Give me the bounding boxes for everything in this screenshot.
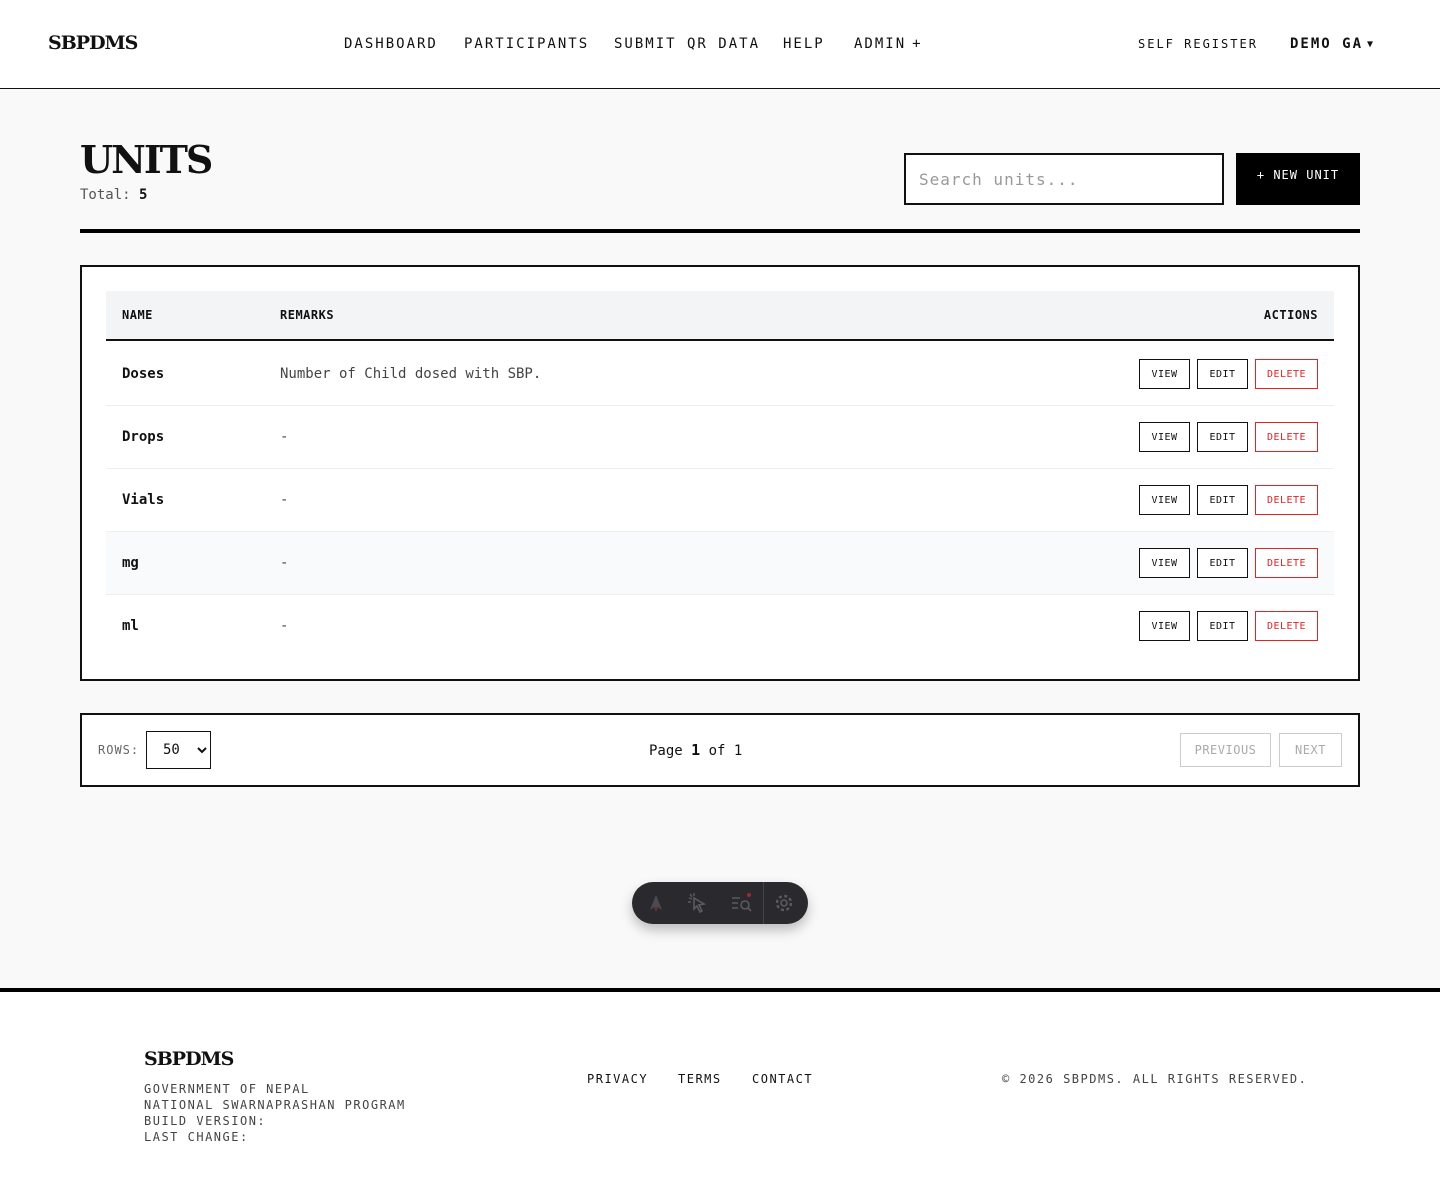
footer-line-last-change: LAST CHANGE:	[144, 1130, 249, 1144]
page-word: Page	[649, 743, 683, 759]
pagination-bar: ROWS: 50 Page 1 of 1 PREVIOUS NEXT	[80, 713, 1360, 787]
astro-icon[interactable]	[644, 891, 668, 915]
total-value: 5	[139, 187, 148, 203]
rows-per-page-select[interactable]: 50	[146, 731, 211, 769]
footer-line-build-version: BUILD VERSION:	[144, 1114, 267, 1128]
view-button[interactable]: VIEW	[1139, 485, 1190, 515]
unit-remarks: -	[280, 492, 289, 508]
page-indicator: Page 1 of 1	[649, 741, 742, 759]
footer-line-government: GOVERNMENT OF NEPAL	[144, 1082, 310, 1096]
unit-name: ml	[122, 618, 139, 634]
delete-button[interactable]: DELETE	[1255, 548, 1318, 578]
of-word: of	[708, 743, 726, 759]
table-row: Doses Number of Child dosed with SBP. VI…	[106, 343, 1334, 406]
heading-divider	[80, 229, 1360, 233]
nav-help[interactable]: HELP	[783, 36, 825, 52]
table-row: mg - VIEW EDIT DELETE	[106, 532, 1334, 595]
nav-submit-qr-data[interactable]: SUBMIT QR DATA	[614, 36, 760, 52]
self-register-link[interactable]: SELF REGISTER	[1138, 37, 1258, 51]
view-button[interactable]: VIEW	[1139, 359, 1190, 389]
top-navbar: SBPDMS DASHBOARD PARTICIPANTS SUBMIT QR …	[0, 0, 1440, 89]
user-name: DEMO GA	[1290, 36, 1364, 52]
delete-button[interactable]: DELETE	[1255, 359, 1318, 389]
total-label: Total:	[80, 187, 131, 203]
unit-remarks: -	[280, 429, 289, 445]
column-header-actions: ACTIONS	[1263, 308, 1318, 322]
edit-button[interactable]: EDIT	[1197, 611, 1248, 641]
dev-toolbar	[632, 882, 808, 924]
edit-button[interactable]: EDIT	[1197, 548, 1248, 578]
footer-link-terms[interactable]: TERMS	[678, 1072, 722, 1086]
edit-button[interactable]: EDIT	[1197, 359, 1248, 389]
unit-remarks: Number of Child dosed with SBP.	[280, 366, 542, 382]
unit-name: Doses	[122, 366, 165, 382]
total-pages: 1	[733, 743, 743, 759]
view-button[interactable]: VIEW	[1139, 548, 1190, 578]
nav-admin-label: ADMIN	[854, 36, 907, 52]
delete-button[interactable]: DELETE	[1255, 485, 1318, 515]
edit-button[interactable]: EDIT	[1197, 422, 1248, 452]
nav-dashboard[interactable]: DASHBOARD	[344, 36, 438, 52]
unit-name: Drops	[122, 429, 165, 445]
unit-name: mg	[122, 555, 139, 571]
unit-remarks: -	[280, 555, 289, 571]
view-button[interactable]: VIEW	[1139, 422, 1190, 452]
view-button[interactable]: VIEW	[1139, 611, 1190, 641]
footer-link-privacy[interactable]: PRIVACY	[587, 1072, 648, 1086]
delete-button[interactable]: DELETE	[1255, 422, 1318, 452]
table-header: NAME REMARKS ACTIONS	[106, 291, 1334, 341]
unit-name: Vials	[122, 492, 165, 508]
total-count: Total: 5	[80, 187, 147, 203]
column-header-remarks[interactable]: REMARKS	[280, 308, 334, 322]
edit-button[interactable]: EDIT	[1197, 485, 1248, 515]
copyright-text: © 2026 SBPDMS. ALL RIGHTS RESERVED.	[1002, 1072, 1308, 1086]
site-footer: SBPDMS GOVERNMENT OF NEPAL NATIONAL SWAR…	[0, 988, 1440, 1189]
caret-down-icon: ▼	[1367, 39, 1376, 50]
nav-admin[interactable]: ADMIN +	[854, 36, 923, 52]
gear-icon[interactable]	[772, 891, 796, 915]
table-row: Vials - VIEW EDIT DELETE	[106, 469, 1334, 532]
user-menu[interactable]: DEMO GA ▼	[1290, 36, 1375, 52]
expand-plus-icon: +	[912, 36, 923, 52]
current-page: 1	[691, 741, 701, 759]
delete-button[interactable]: DELETE	[1255, 611, 1318, 641]
table-row: ml - VIEW EDIT DELETE	[106, 595, 1334, 658]
footer-info: GOVERNMENT OF NEPAL NATIONAL SWARNAPRASH…	[144, 1081, 406, 1145]
page-title: UNITS	[80, 137, 213, 182]
previous-page-button[interactable]: PREVIOUS	[1180, 733, 1271, 767]
search-input[interactable]	[904, 153, 1224, 205]
new-unit-button[interactable]: + NEW UNIT	[1236, 153, 1360, 205]
toolbar-divider	[763, 882, 764, 924]
cursor-select-icon[interactable]	[685, 891, 709, 915]
footer-link-contact[interactable]: CONTACT	[752, 1072, 813, 1086]
audit-search-icon[interactable]	[729, 891, 753, 915]
table-row: Drops - VIEW EDIT DELETE	[106, 406, 1334, 469]
column-header-name[interactable]: NAME	[122, 308, 153, 322]
nav-participants[interactable]: PARTICIPANTS	[464, 36, 589, 52]
unit-remarks: -	[280, 618, 289, 634]
next-page-button[interactable]: NEXT	[1279, 733, 1342, 767]
rows-per-page-label: ROWS:	[98, 743, 140, 757]
footer-line-program: NATIONAL SWARNAPRASHAN PROGRAM	[144, 1098, 406, 1112]
units-table-card: NAME REMARKS ACTIONS Doses Number of Chi…	[80, 265, 1360, 681]
footer-brand: SBPDMS	[144, 1048, 234, 1070]
